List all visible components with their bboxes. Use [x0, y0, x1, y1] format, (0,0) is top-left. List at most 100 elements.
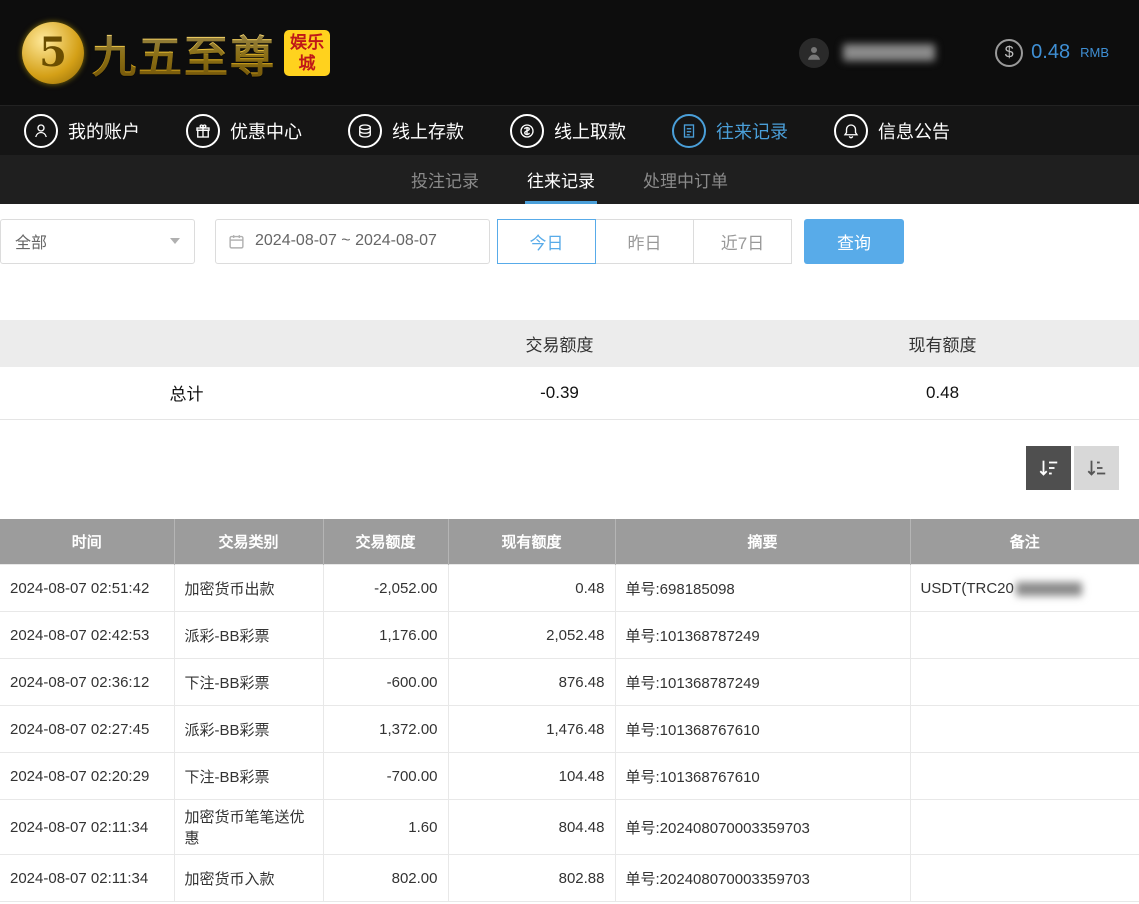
col-header-type: 交易类别: [174, 519, 323, 565]
cell-time: 2024-08-07 02:20:29: [0, 753, 174, 800]
cell-time: 2024-08-07 02:11:34: [0, 800, 174, 855]
cell-summary: 单号:202408070003359703: [615, 855, 910, 902]
nav-item-records[interactable]: 往来记录: [672, 114, 788, 148]
sort-descending-icon: [1038, 457, 1060, 479]
tab-processing-orders[interactable]: 处理中订单: [641, 155, 730, 204]
table-row: 2024-08-07 02:27:45 派彩-BB彩票 1,372.00 1,4…: [0, 706, 1139, 753]
summary-table: 交易额度 现有额度 总计 -0.39 0.48: [0, 320, 1139, 420]
tab-label: 处理中订单: [643, 167, 728, 192]
withdraw-icon: [510, 114, 544, 148]
remark-redacted: [1016, 582, 1082, 596]
cell-balance: 104.48: [448, 753, 615, 800]
cell-type: 派彩-BB彩票: [174, 706, 323, 753]
site-logo[interactable]: 5 九五至尊 娱乐城: [22, 21, 330, 85]
cell-type: 加密货币笔笔送优惠: [174, 800, 323, 855]
last7days-button[interactable]: 近7日: [693, 219, 792, 264]
summary-transaction-amount: -0.39: [373, 367, 746, 419]
main-nav: 我的账户 优惠中心 线上存款 线上取款 往来记录 信息公告: [0, 105, 1139, 155]
nav-item-announcements[interactable]: 信息公告: [834, 114, 950, 148]
bell-icon: [834, 114, 868, 148]
cell-summary: 单号:101368787249: [615, 612, 910, 659]
sort-descending-button[interactable]: [1026, 446, 1071, 490]
cell-remark: [910, 659, 1139, 706]
summary-col-balance: 现有额度: [746, 320, 1139, 367]
nav-label: 优惠中心: [230, 118, 302, 144]
cell-amount: -700.00: [323, 753, 448, 800]
summary-total-row: 总计 -0.39 0.48: [0, 367, 1139, 419]
col-header-balance: 现有额度: [448, 519, 615, 565]
tab-transaction-records[interactable]: 往来记录: [525, 155, 597, 204]
nav-label: 信息公告: [878, 118, 950, 144]
remark-text: USDT(TRC20: [921, 580, 1014, 597]
nav-item-deposit[interactable]: 线上存款: [348, 114, 464, 148]
cell-remark: [910, 855, 1139, 902]
cell-amount: -600.00: [323, 659, 448, 706]
date-range-value: 2024-08-07 ~ 2024-08-07: [255, 232, 437, 250]
cell-remark: [910, 706, 1139, 753]
quick-range-group: 今日 昨日 近7日: [498, 219, 792, 264]
cell-balance: 876.48: [448, 659, 615, 706]
yesterday-button[interactable]: 昨日: [595, 219, 694, 264]
transactions-table: 时间 交易类别 交易额度 现有额度 摘要 备注 2024-08-07 02:51…: [0, 519, 1139, 903]
tab-betting-records[interactable]: 投注记录: [409, 155, 481, 204]
user-avatar-icon: [805, 44, 823, 62]
tab-label: 投注记录: [411, 167, 479, 192]
nav-label: 线上取款: [554, 118, 626, 144]
cell-balance: 1,476.48: [448, 706, 615, 753]
cell-amount: 802.00: [323, 855, 448, 902]
cell-balance: 2,052.48: [448, 612, 615, 659]
cell-amount: 1.60: [323, 800, 448, 855]
table-row: 2024-08-07 02:42:53 派彩-BB彩票 1,176.00 2,0…: [0, 612, 1139, 659]
deposit-icon: [348, 114, 382, 148]
cell-balance: 804.48: [448, 800, 615, 855]
summary-total-label: 总计: [0, 367, 373, 419]
cell-type: 下注-BB彩票: [174, 659, 323, 706]
calendar-icon: [228, 233, 245, 250]
records-icon: [672, 114, 706, 148]
cell-remark: [910, 800, 1139, 855]
username-redacted: [843, 44, 935, 61]
tab-label: 往来记录: [527, 167, 595, 192]
cell-balance: 0.48: [448, 565, 615, 612]
table-row: 2024-08-07 02:20:29 下注-BB彩票 -700.00 104.…: [0, 753, 1139, 800]
gift-icon: [186, 114, 220, 148]
date-range-input[interactable]: 2024-08-07 ~ 2024-08-07: [215, 219, 490, 264]
nav-item-withdraw[interactable]: 线上取款: [510, 114, 626, 148]
nav-item-promotions[interactable]: 优惠中心: [186, 114, 302, 148]
cell-amount: -2,052.00: [323, 565, 448, 612]
sort-controls: [0, 446, 1139, 490]
user-icon: [24, 114, 58, 148]
cell-summary: 单号:101368767610: [615, 753, 910, 800]
cell-type: 派彩-BB彩票: [174, 612, 323, 659]
sort-ascending-button[interactable]: [1074, 446, 1119, 490]
sub-nav: 投注记录 往来记录 处理中订单: [0, 155, 1139, 204]
cell-remark: [910, 612, 1139, 659]
balance-display[interactable]: $ 0.48 RMB: [995, 39, 1109, 67]
cell-summary: 单号:698185098: [615, 565, 910, 612]
balance-amount: 0.48: [1031, 41, 1070, 64]
summary-current-balance: 0.48: [746, 367, 1139, 419]
col-header-amount: 交易额度: [323, 519, 448, 565]
today-button[interactable]: 今日: [497, 219, 596, 264]
type-select[interactable]: 全部: [0, 219, 195, 264]
logo-badge: 娱乐城: [284, 30, 330, 76]
nav-label: 我的账户: [68, 118, 140, 144]
table-row: 2024-08-07 02:36:12 下注-BB彩票 -600.00 876.…: [0, 659, 1139, 706]
cell-time: 2024-08-07 02:27:45: [0, 706, 174, 753]
col-header-remark: 备注: [910, 519, 1139, 565]
cell-summary: 单号:101368787249: [615, 659, 910, 706]
cell-time: 2024-08-07 02:51:42: [0, 565, 174, 612]
cell-remark: [910, 753, 1139, 800]
search-button[interactable]: 查询: [804, 219, 904, 264]
nav-label: 线上存款: [392, 118, 464, 144]
dollar-icon: $: [995, 39, 1023, 67]
nav-label: 往来记录: [716, 118, 788, 144]
user-area: $ 0.48 RMB: [799, 38, 1109, 68]
table-row: 2024-08-07 02:11:34 加密货币笔笔送优惠 1.60 804.4…: [0, 800, 1139, 855]
cell-summary: 单号:202408070003359703: [615, 800, 910, 855]
col-header-time: 时间: [0, 519, 174, 565]
nav-item-my-account[interactable]: 我的账户: [24, 114, 140, 148]
avatar[interactable]: [799, 38, 829, 68]
type-select-value: 全部: [15, 229, 47, 253]
cell-remark: USDT(TRC20: [910, 565, 1139, 612]
